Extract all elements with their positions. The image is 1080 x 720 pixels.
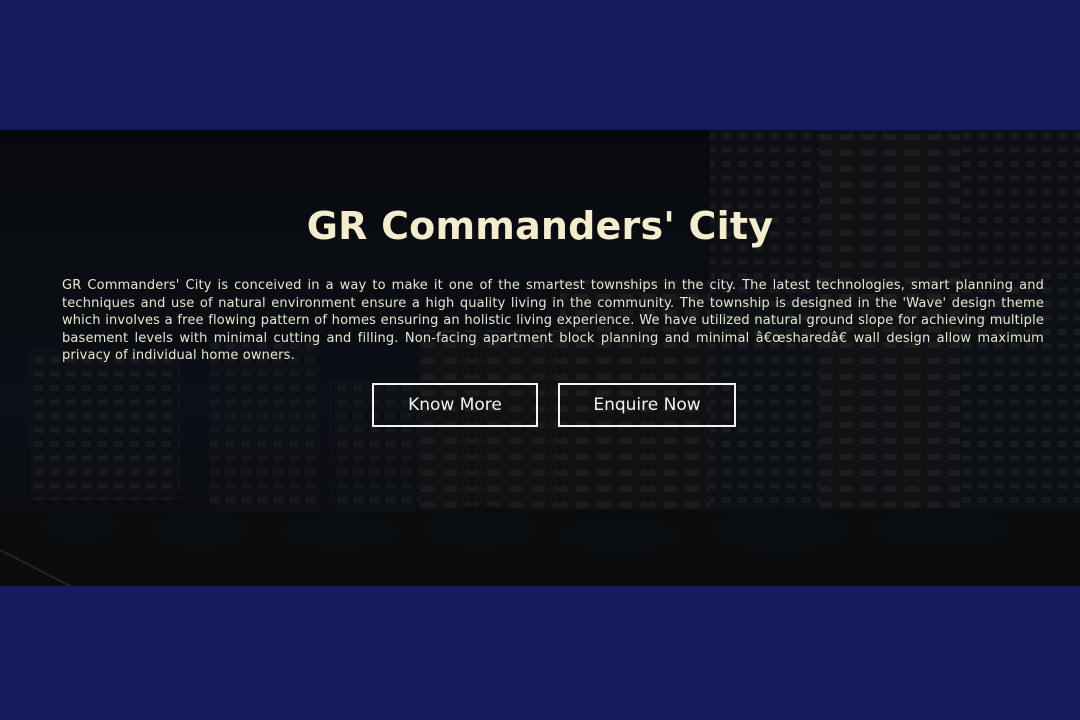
page-frame: GR Commanders' City GR Commanders' City … (0, 0, 1080, 720)
enquire-now-button[interactable]: Enquire Now (558, 383, 736, 427)
hero-banner: GR Commanders' City GR Commanders' City … (0, 130, 1080, 586)
hero-content: GR Commanders' City GR Commanders' City … (0, 130, 1080, 586)
page-title: GR Commanders' City (306, 204, 774, 248)
hero-description: GR Commanders' City is conceived in a wa… (62, 278, 1044, 364)
know-more-button[interactable]: Know More (372, 383, 538, 427)
